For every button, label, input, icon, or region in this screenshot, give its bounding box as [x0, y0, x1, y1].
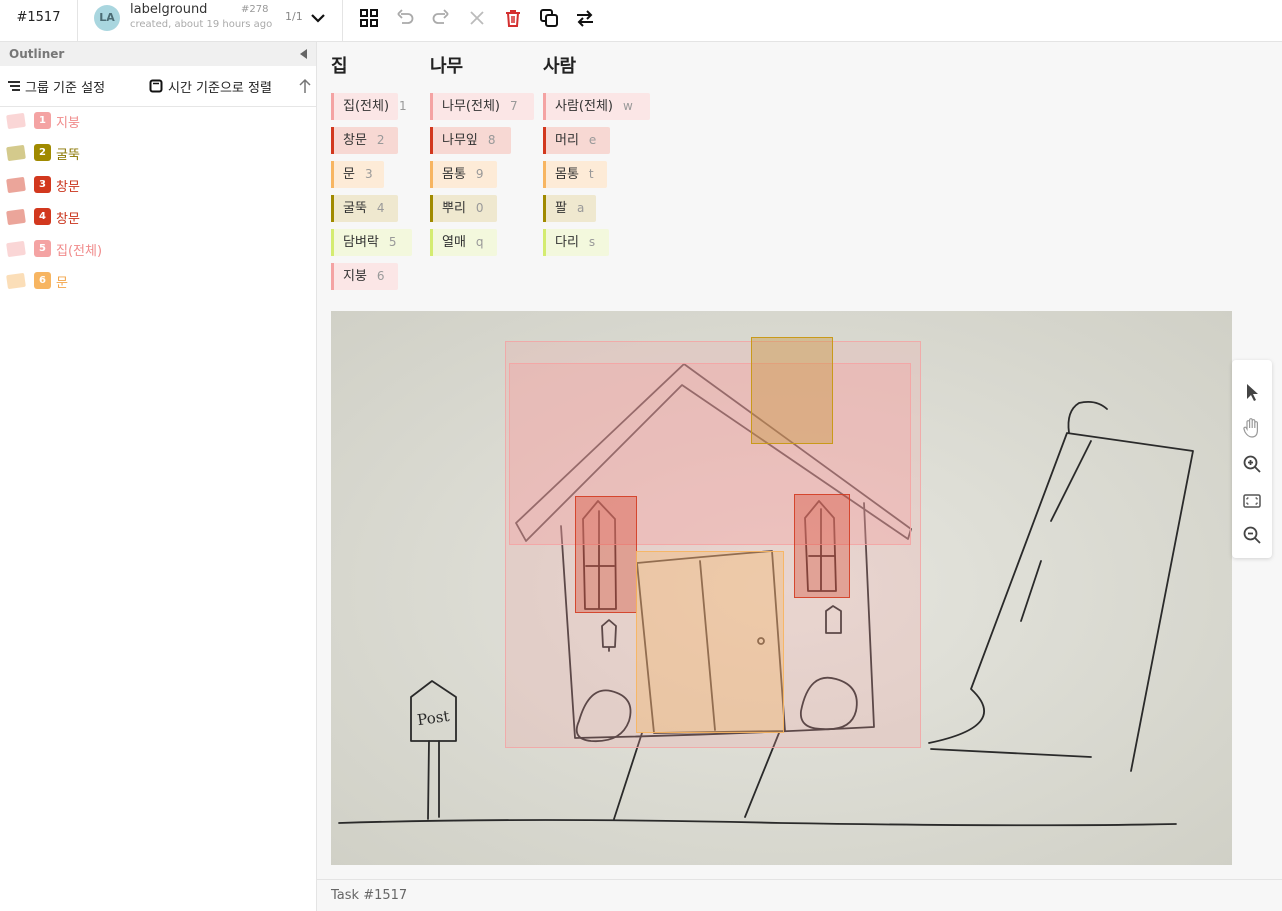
annotation-thumbnail: [6, 272, 26, 290]
canvas-tool-palette: [1232, 360, 1272, 558]
copy-icon[interactable]: [539, 8, 559, 28]
annotation-number-badge: 6: [34, 272, 51, 289]
annotation-thumbnail: [6, 176, 26, 194]
pager-indicator: 1/1: [285, 10, 303, 23]
class-group-title-tree: 나무: [430, 56, 464, 77]
class-chip[interactable]: 담벼락 5: [331, 229, 412, 256]
class-chip[interactable]: 창문 2: [331, 127, 398, 154]
annotation-box-chimney[interactable]: [751, 337, 833, 444]
class-chip[interactable]: 몸통 t: [543, 161, 607, 188]
avatar: LA: [94, 5, 120, 31]
class-group-title-person: 사람: [543, 56, 577, 77]
group-setting-button[interactable]: 그룹 기준 설정: [25, 77, 105, 96]
chevron-down-icon[interactable]: [310, 10, 326, 26]
annotation-label: 굴뚝: [56, 148, 80, 163]
class-chip[interactable]: 다리 s: [543, 229, 609, 256]
outliner-item[interactable]: 2 굴뚝: [0, 142, 316, 164]
outliner-options: 그룹 기준 설정 시간 기준으로 정렬: [0, 66, 316, 107]
annotation-number-badge: 3: [34, 176, 51, 193]
top-bar: #1517 LA labelground #278 created, about…: [0, 0, 1282, 42]
annotation-thumbnail: [6, 208, 26, 226]
annotation-thumbnail: [6, 240, 26, 258]
annotation-label: 집(전체): [56, 244, 103, 259]
class-chip[interactable]: 집(전체) 1: [331, 93, 407, 120]
class-chip[interactable]: 지붕 6: [331, 263, 398, 290]
class-chip[interactable]: 굴뚝 4: [331, 195, 398, 222]
arrow-up-icon[interactable]: [299, 78, 311, 94]
outliner-panel: Outliner 그룹 기준 설정 시간 기준으로 정렬 1 지붕 2 굴뚝 3…: [0, 42, 317, 911]
trash-icon[interactable]: [503, 8, 523, 28]
annotation-label: 창문: [56, 212, 80, 227]
annotation-label: 지붕: [56, 116, 80, 131]
annotation-label: 창문: [56, 180, 80, 195]
class-chip[interactable]: 머리 e: [543, 127, 610, 154]
class-chip[interactable]: 열매 q: [430, 229, 497, 256]
annotation-box-door[interactable]: [636, 551, 784, 733]
zoom-in-icon[interactable]: [1242, 454, 1262, 474]
class-chip[interactable]: 팔a: [543, 195, 596, 222]
grid-icon[interactable]: [359, 8, 379, 28]
task-label: Task #1517: [331, 888, 408, 903]
close-icon[interactable]: [467, 8, 487, 28]
project-subtitle: created, about 19 hours ago: [130, 19, 273, 30]
annotation-number-badge: 2: [34, 144, 51, 161]
class-chip[interactable]: 사람(전체) w: [543, 93, 650, 120]
divider: [342, 0, 343, 41]
class-chip[interactable]: 문3: [331, 161, 384, 188]
task-id: #1517: [0, 0, 78, 41]
annotation-box-window[interactable]: [575, 496, 637, 613]
annotation-thumbnail: [6, 112, 26, 130]
swap-icon[interactable]: [575, 8, 595, 28]
zoom-out-icon[interactable]: [1242, 525, 1262, 545]
annotation-label: 문: [56, 276, 68, 291]
annotation-number-badge: 1: [34, 112, 51, 129]
class-group-title-house: 집: [331, 56, 348, 77]
class-chip[interactable]: 나무잎 8: [430, 127, 511, 154]
annotation-thumbnail: [6, 144, 26, 162]
outliner-item[interactable]: 6 문: [0, 270, 316, 292]
collapse-left-icon[interactable]: [300, 49, 307, 59]
outliner-item[interactable]: 5 집(전체): [0, 238, 316, 260]
outliner-item[interactable]: 3 창문: [0, 174, 316, 196]
sort-time-checkbox[interactable]: [149, 79, 163, 93]
main-panel: 집 나무 사람 집(전체) 1 창문 2 문3 굴뚝 4 담벼락 5 지붕 6 나무(전체…: [317, 42, 1282, 879]
annotation-number-badge: 5: [34, 240, 51, 257]
pointer-icon[interactable]: [1242, 382, 1262, 402]
annotation-number-badge: 4: [34, 208, 51, 225]
class-chip[interactable]: 뿌리 0: [430, 195, 497, 222]
class-chip[interactable]: 나무(전체) 7: [430, 93, 534, 120]
status-footer: Task #1517: [317, 879, 1282, 911]
hand-icon[interactable]: [1242, 417, 1262, 439]
project-number: #278: [241, 4, 269, 15]
project-name: labelground: [130, 2, 208, 17]
sort-by-time-label[interactable]: 시간 기준으로 정렬: [168, 77, 272, 96]
annotation-box-roof[interactable]: [509, 363, 911, 545]
outliner-item[interactable]: 4 창문: [0, 206, 316, 228]
redo-icon[interactable]: [431, 8, 451, 28]
undo-icon[interactable]: [395, 8, 415, 28]
outliner-title: Outliner: [9, 47, 65, 61]
outliner-header: Outliner: [0, 42, 316, 66]
class-chip[interactable]: 몸통 9: [430, 161, 497, 188]
image-canvas[interactable]: Post: [331, 311, 1232, 865]
list-icon: [8, 81, 20, 91]
annotation-box-window[interactable]: [794, 494, 850, 598]
outliner-item[interactable]: 1 지붕: [0, 110, 316, 132]
fit-screen-icon[interactable]: [1242, 491, 1262, 511]
